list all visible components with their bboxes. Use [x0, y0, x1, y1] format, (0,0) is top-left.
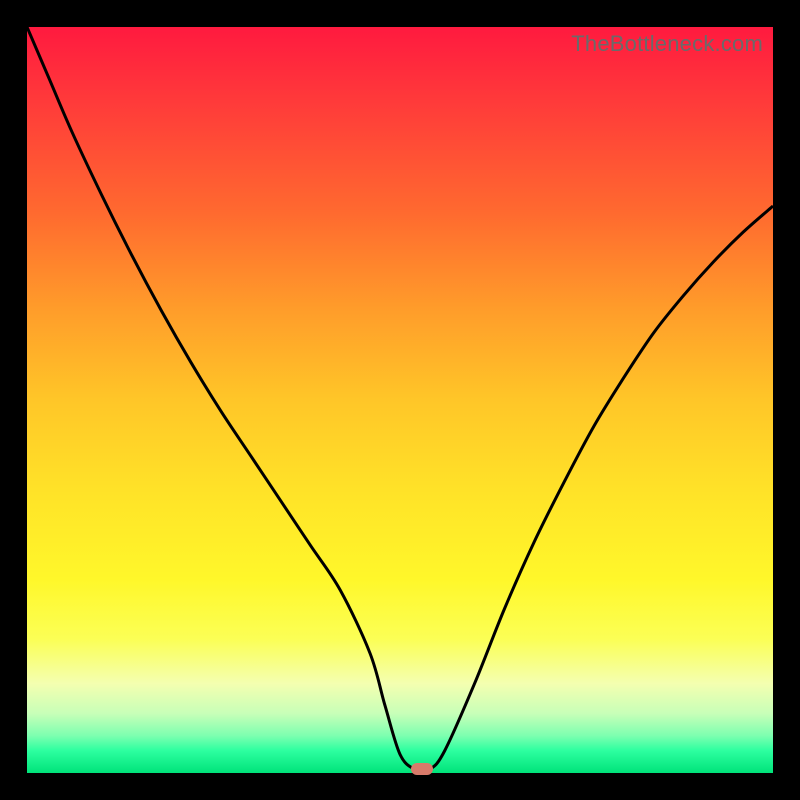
- plot-area: TheBottleneck.com: [27, 27, 773, 773]
- bottleneck-curve: [27, 27, 773, 773]
- chart-frame: TheBottleneck.com: [0, 0, 800, 800]
- optimal-point-marker: [411, 763, 433, 775]
